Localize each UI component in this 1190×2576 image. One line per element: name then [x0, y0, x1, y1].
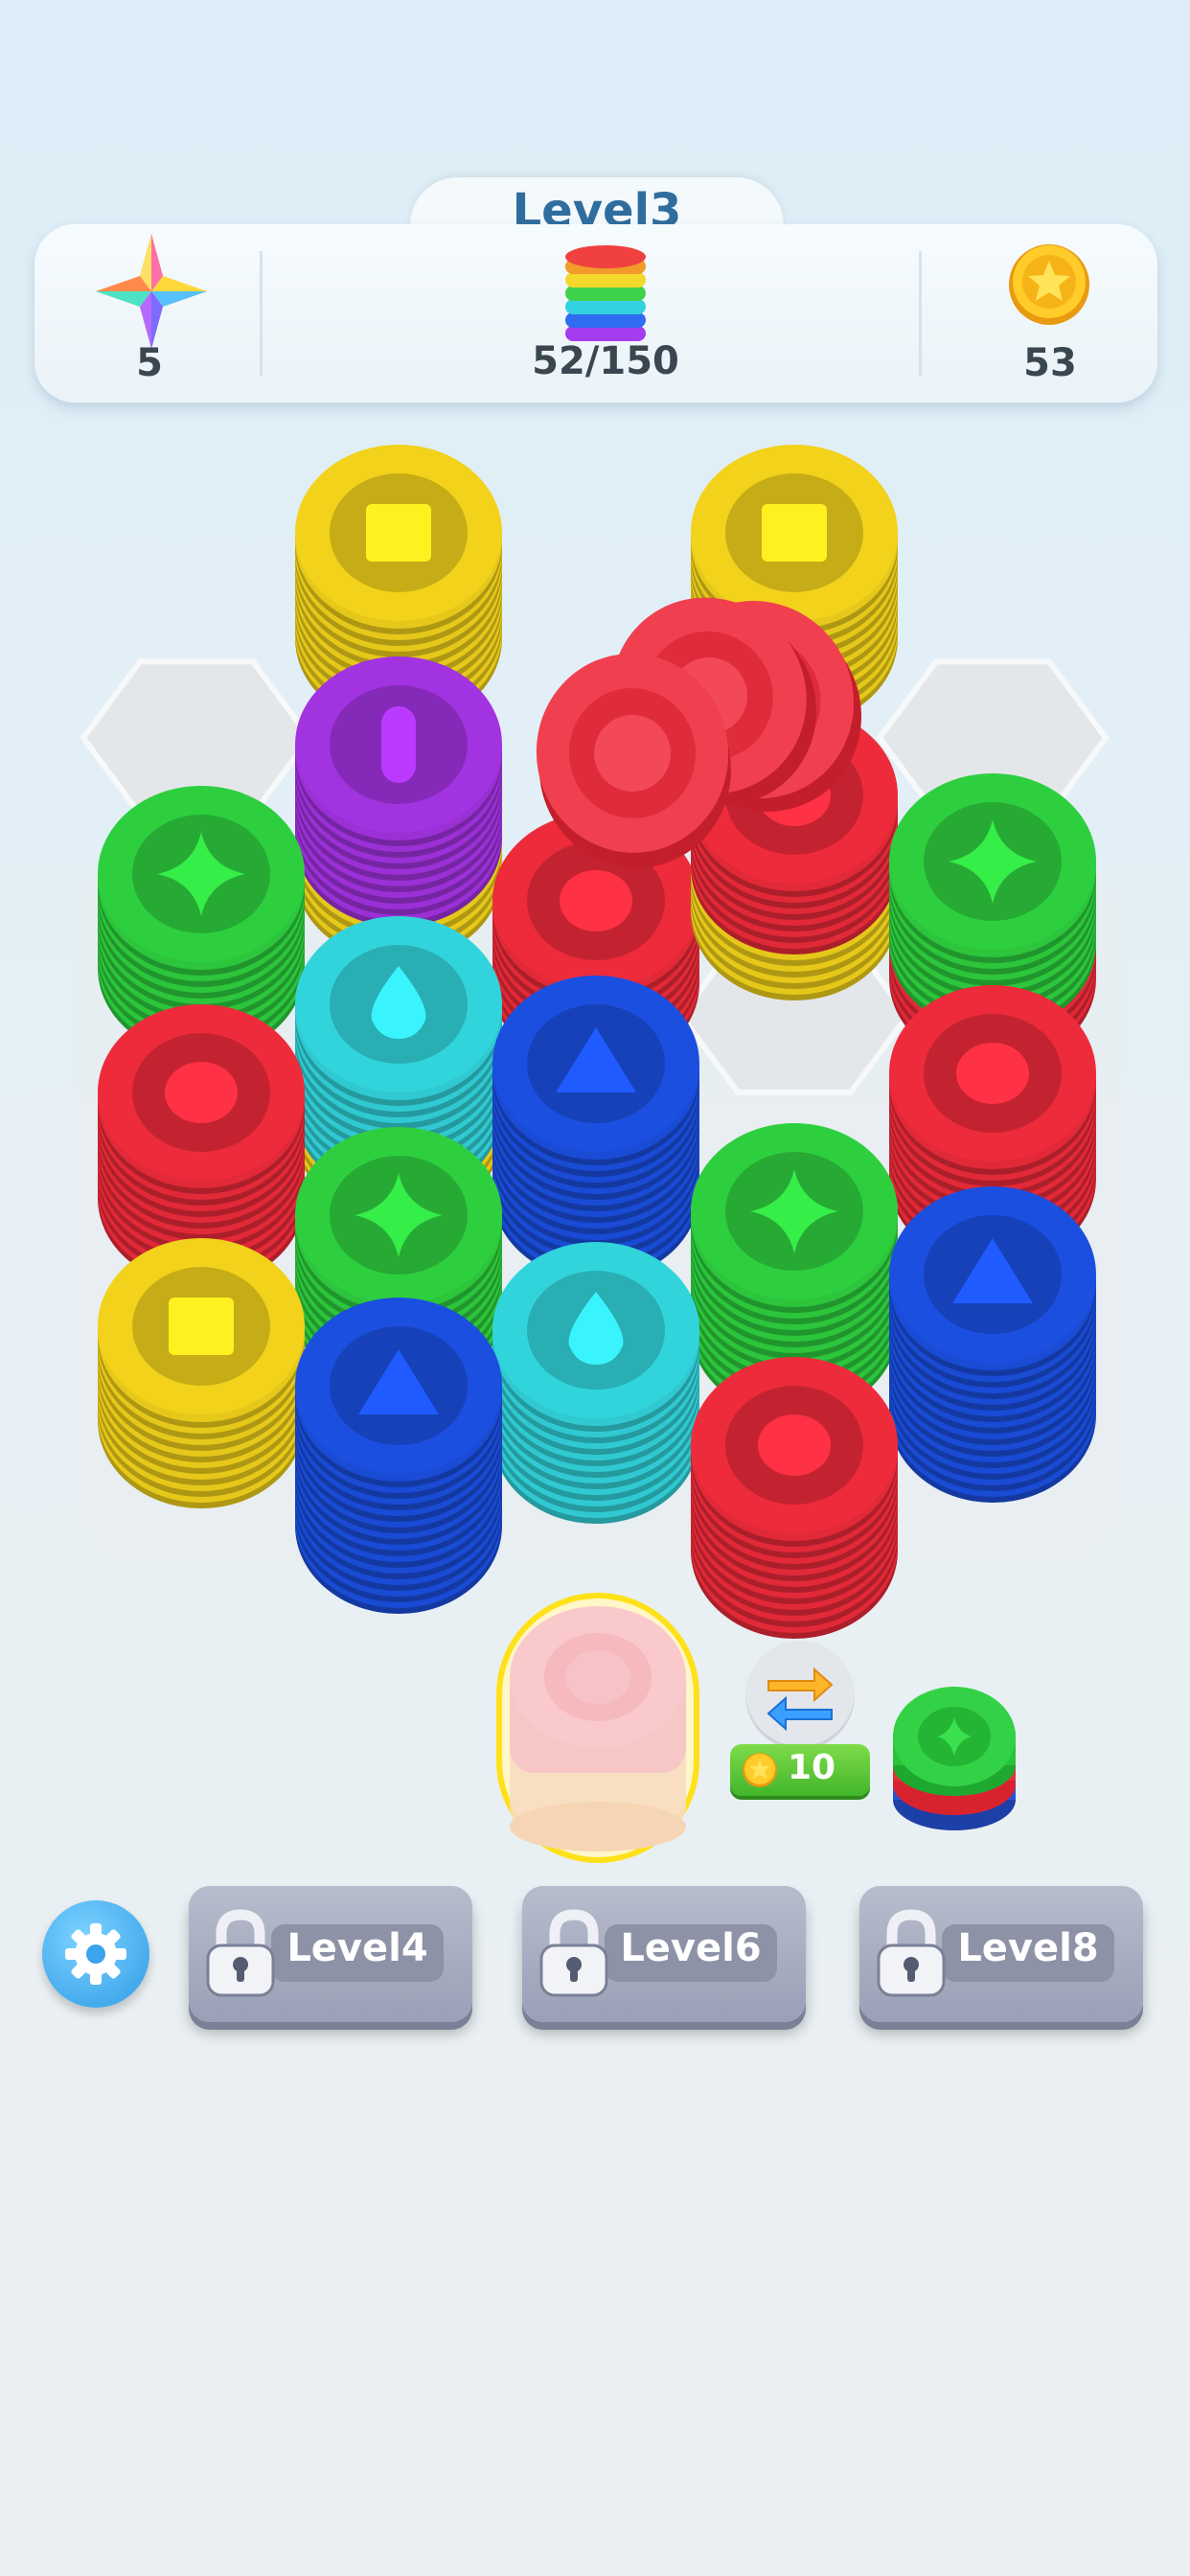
stack-cyan-drop[interactable] — [492, 1242, 699, 1524]
gear-icon — [65, 1923, 126, 1985]
square-symbol — [762, 504, 827, 562]
stack-blue-triangle[interactable] — [889, 1186, 1096, 1503]
locked-slot-level6[interactable]: Level6 — [522, 1886, 806, 2022]
lock-icon — [539, 1909, 608, 1997]
lock-icon — [206, 1909, 275, 1997]
locked-slot-level8[interactable]: Level8 — [859, 1886, 1143, 2022]
swap-icon — [767, 1667, 834, 1731]
square-symbol — [169, 1298, 234, 1355]
circle-symbol — [956, 1043, 1029, 1104]
square-symbol — [366, 504, 431, 562]
stack-blue-triangle[interactable] — [295, 1298, 502, 1614]
lock-icon — [877, 1909, 946, 1997]
next-stack-preview — [893, 1687, 1016, 1830]
stack-blue-triangle[interactable] — [492, 976, 699, 1280]
locked-slot-label: Level8 — [957, 1926, 1099, 1970]
swap-price: 10 — [788, 1748, 836, 1787]
locked-slot-label: Level6 — [620, 1926, 762, 1970]
pill-symbol — [381, 706, 416, 783]
circle-symbol — [560, 870, 632, 932]
stack-purple-pill[interactable] — [295, 656, 502, 961]
swap-price-badge[interactable]: 10 — [730, 1744, 870, 1796]
locked-slot-label: Level4 — [286, 1926, 428, 1970]
selected-stack — [510, 1606, 686, 1852]
coin-icon — [743, 1753, 777, 1787]
stack-red-circle[interactable] — [691, 1357, 898, 1639]
settings-button[interactable] — [42, 1900, 149, 2008]
hex-board-svg — [77, 445, 1121, 1639]
locked-slot-level4[interactable]: Level4 — [189, 1886, 472, 2022]
circle-symbol — [758, 1414, 831, 1476]
circle-symbol — [165, 1062, 238, 1123]
stack-yellow-square[interactable] — [98, 1238, 305, 1508]
